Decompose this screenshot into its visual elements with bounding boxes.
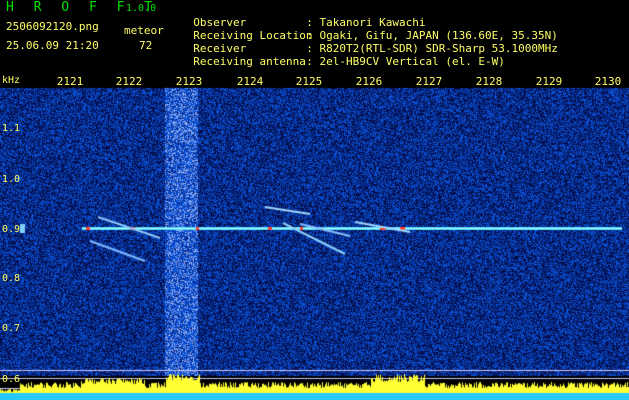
time-tick-label: 2126 [355,75,383,88]
spectrogram-panel: kHz 2121 2122 2123 2124 2125 2126 2127 2… [0,76,629,400]
time-tick-label: 2122 [115,75,143,88]
spectrogram-canvas [0,76,629,400]
freq-tick-label: 1.0 [2,174,21,185]
timestamp: 25.06.09 21:20 [6,39,99,52]
time-tick-label: 2128 [475,75,503,88]
freq-tick-label: 1.1 [2,123,21,134]
freq-tick-label: 0.8 [2,273,21,284]
time-tick-label: 2130 [594,75,622,88]
info-value: : 2el-HB9CV Vertical (el. E-W) [306,55,505,68]
freq-tick-label: 0.7 [2,323,21,334]
time-tick-label: 2129 [535,75,563,88]
time-tick-label: 2127 [415,75,443,88]
time-tick-label: 2124 [236,75,264,88]
time-tick-label: 2121 [56,75,84,88]
freq-tick-label: 0.9 [2,224,21,235]
time-tick-label: 2125 [295,75,323,88]
app-version: 1.0.0 [126,3,157,14]
frequency-unit-label: kHz [2,75,21,86]
info-row-antenna: Receiving antenna: 2el-HB9CV Vertical (e… [180,42,505,68]
freq-tick-label: 0.6 [2,374,21,385]
meteor-count: 72 [139,39,153,52]
file-name: 2506092120.png [6,20,99,33]
time-tick-label: 2123 [175,75,203,88]
mode-label: meteor [124,24,164,37]
info-key: Receiving antenna [193,55,306,68]
